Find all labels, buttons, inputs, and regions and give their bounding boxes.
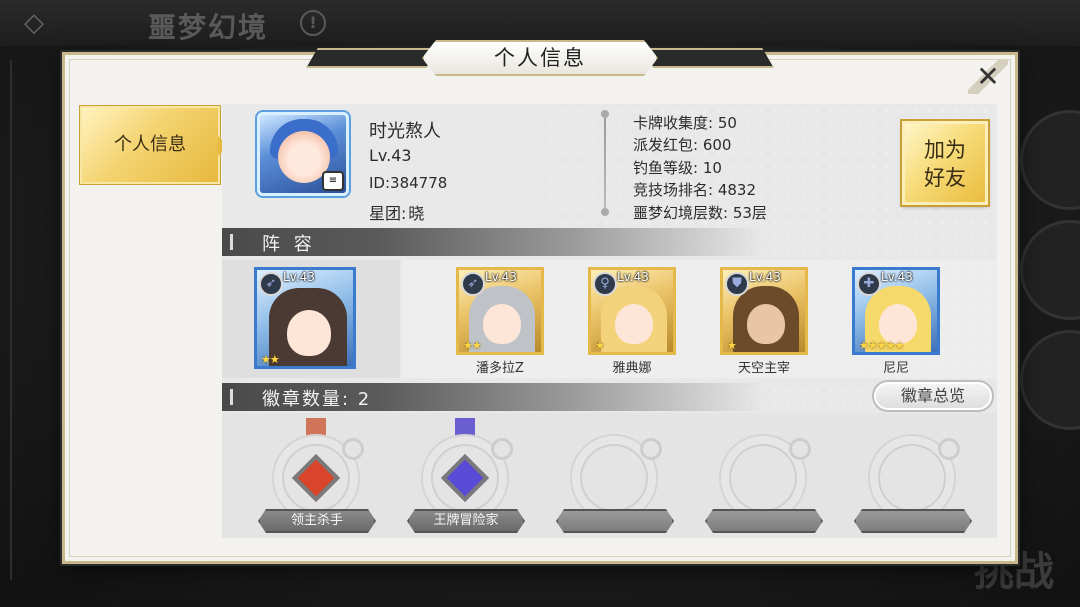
badge-name-plate [705, 509, 823, 533]
shield-icon: ⛊ [725, 272, 749, 296]
badge-empty-slot[interactable] [566, 430, 666, 522]
hero-face [879, 304, 917, 344]
background-wheel-1 [1020, 110, 1080, 210]
add-friend-label-line2: 好友 [924, 166, 966, 190]
background-left-decoration [10, 60, 50, 580]
badge-overview-button[interactable]: 徽章总览 [872, 380, 994, 412]
bow-icon: ➶ [461, 272, 485, 296]
badge-dot [491, 438, 513, 460]
hero-name: 尼尼 [882, 361, 909, 376]
star-group-label: 星团: [369, 204, 407, 223]
close-icon[interactable]: ✕ [968, 60, 1008, 94]
hero-card-athena[interactable]: ♀ Lv.43 ★ [588, 267, 676, 355]
info-divider [601, 110, 609, 216]
staff-icon: ♀ [593, 272, 617, 296]
hero-face [747, 304, 785, 344]
player-avatar[interactable]: ≡ [257, 112, 349, 196]
game-screen: ◇ 噩梦幻境 ! 挑战 个人信息 ✕ 个人信息 ≡ 时光熬人 Lv.43 ID:… [0, 0, 1080, 607]
hero-level: Lv.43 [485, 270, 517, 284]
add-friend-button[interactable]: 加为 好友 [902, 121, 988, 205]
player-id: ID:384778 [369, 174, 448, 192]
heal-icon: ✚ [857, 272, 881, 296]
badge-dot [640, 438, 662, 460]
corner-ornament [990, 536, 1018, 564]
badge-name-plate: 王牌冒险家 [407, 509, 525, 533]
hero-stars: ★★ [463, 339, 482, 352]
lineup-title: 阵 容 [262, 234, 316, 255]
hero-stars: ★★★★★ [859, 339, 904, 352]
hero-card-leader[interactable]: ➶ Lv.43 ★★ [254, 267, 356, 369]
hero-level: Lv.43 [283, 270, 315, 284]
lineup-header: 阵 容 [222, 228, 997, 256]
hero-card-pandora[interactable]: ➶ Lv.43 ★★ [456, 267, 544, 355]
hero-level: Lv.43 [881, 270, 913, 284]
avatar-badge-icon: ≡ [322, 171, 344, 191]
background-wheel-3 [1020, 330, 1080, 430]
player-star-group: 星团: 晓 [369, 200, 424, 224]
hero-face [287, 310, 331, 356]
badge-dot [789, 438, 811, 460]
badge-dot [342, 438, 364, 460]
hero-stars: ★★ [261, 353, 280, 366]
badge-empty-slot[interactable] [715, 430, 815, 522]
badge-name-plate [854, 509, 972, 533]
star-group-value: 晓 [408, 204, 425, 223]
hero-name: 雅典娜 [612, 361, 652, 376]
player-name: 时光熬人 [369, 121, 441, 142]
stat-arena-rank: 竞技场排名: 4832 [633, 181, 756, 199]
badge-lord-slayer[interactable] [268, 418, 368, 522]
stat-fishing-level: 钓鱼等级: 10 [633, 159, 722, 177]
badge-name-plate [556, 509, 674, 533]
stat-card-collection: 卡牌收集度: 50 [633, 114, 737, 132]
corner-ornament [62, 52, 90, 80]
add-friend-label-line1: 加为 [924, 138, 966, 162]
title-wing-right [642, 48, 774, 68]
stat-red-packets: 派发红包: 600 [633, 136, 732, 154]
hero-level: Lv.43 [617, 270, 649, 284]
stat-nightmare-floor: 噩梦幻境层数: 53层 [633, 204, 767, 222]
title-wing-left [306, 48, 438, 68]
player-level: Lv.43 [369, 146, 412, 165]
corner-ornament [62, 536, 90, 564]
dialog-title-bar: 个人信息 [306, 38, 774, 78]
back-arrow-icon: ◇ [24, 8, 44, 38]
background-wheel-2 [1020, 220, 1080, 320]
hero-stars: ★ [595, 339, 605, 352]
dialog-title: 个人信息 [422, 40, 658, 76]
background-title: 噩梦幻境 [148, 11, 269, 44]
hero-name: 潘多拉Z [476, 361, 524, 376]
hero-stars: ★ [727, 339, 737, 352]
hero-card-nini[interactable]: ✚ Lv.43 ★★★★★ [852, 267, 940, 355]
badge-empty-slot[interactable] [864, 430, 964, 522]
badges-count: 徽章数量: 2 [262, 389, 372, 410]
hero-face [483, 304, 521, 344]
bow-icon: ➶ [259, 272, 283, 296]
hero-face [615, 304, 653, 344]
hero-name: 天空主宰 [737, 361, 790, 376]
hero-level: Lv.43 [749, 270, 781, 284]
badge-dot [938, 438, 960, 460]
badge-name-plate: 领主杀手 [258, 509, 376, 533]
tab-personal-info[interactable]: 个人信息 [80, 106, 228, 184]
hero-card-sky-lord[interactable]: ⛊ Lv.43 ★ [720, 267, 808, 355]
badge-ace-adventurer[interactable] [417, 418, 517, 522]
info-icon: ! [300, 10, 326, 36]
